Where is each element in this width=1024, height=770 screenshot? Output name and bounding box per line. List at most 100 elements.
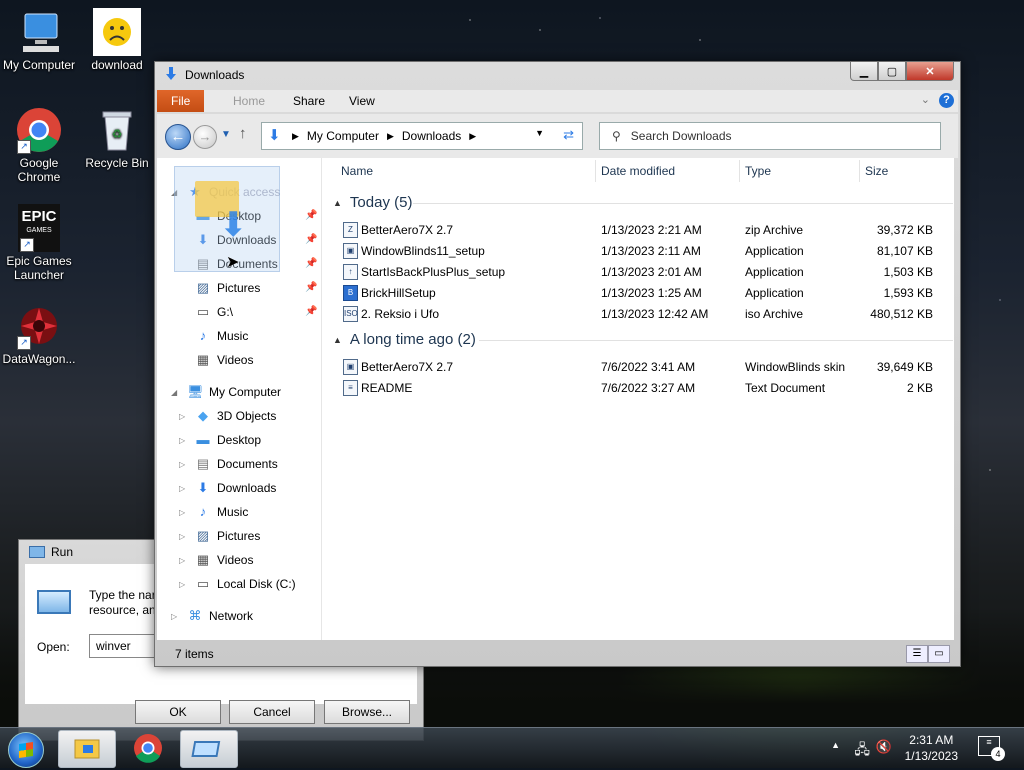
up-button[interactable]: ↑ <box>239 125 247 142</box>
taskbar-run[interactable] <box>180 730 238 768</box>
address-bar[interactable]: ⬇ ▶ My Computer ▶ Downloads ▶ ▼ ⇄ <box>261 122 583 150</box>
pin-icon: 📌 <box>305 258 318 269</box>
desktop-icon-recycle-bin[interactable]: ♻ Recycle Bin <box>78 106 156 170</box>
status-bar: 7 items ☰ ▭ <box>157 642 954 664</box>
maximize-button[interactable]: ▢ <box>878 62 906 81</box>
taskbar-file-explorer[interactable] <box>58 730 116 768</box>
application-icon: ▣ <box>343 243 358 259</box>
desktop-icon-my-computer[interactable]: My Computer <box>0 8 78 72</box>
nav-desktop[interactable]: ▷ ▬ Desktop <box>179 430 261 450</box>
clock[interactable]: 2:31 AM 1/13/2023 <box>905 732 958 764</box>
pin-icon: 📌 <box>305 306 318 317</box>
system-tray: ▲ 🖧 🔇 2:31 AM 1/13/2023 ≡ 4 <box>804 728 1024 768</box>
search-box[interactable]: ⚲ Search Downloads <box>599 122 941 150</box>
network-tray-icon[interactable]: 🖧 <box>854 739 870 763</box>
nav-downloads[interactable]: ▷ ⬇ Downloads <box>179 478 276 498</box>
group-header-today[interactable]: ▲ Today (5) <box>333 194 953 211</box>
file-row[interactable]: ISO 2. Reksio i Ufo 1/13/2023 12:42 AM i… <box>341 304 949 324</box>
chevron-right-icon: ▶ <box>469 130 477 141</box>
column-header-name[interactable]: Name <box>341 164 373 178</box>
desktop-icon-download[interactable]: download <box>78 8 156 72</box>
help-icon[interactable]: ? <box>939 93 954 108</box>
iso-file-icon: ISO <box>343 306 358 322</box>
close-button[interactable]: ✕ <box>906 62 954 81</box>
column-separator[interactable] <box>859 160 860 182</box>
file-row[interactable]: ▣ WindowBlinds11_setup 1/13/2023 2:11 AM… <box>341 241 949 261</box>
details-view-button[interactable]: ☰ <box>906 645 928 663</box>
desktop-icon-datawagon[interactable]: ↗ DataWagon... <box>0 302 78 366</box>
cancel-button[interactable]: Cancel <box>229 700 315 724</box>
pin-icon: 📌 <box>305 210 318 221</box>
ribbon-expand-icon[interactable]: ⌄ <box>921 93 930 106</box>
file-row[interactable]: Z BetterAero7X 2.7 1/13/2023 2:21 AM zip… <box>341 220 949 240</box>
run-large-icon <box>37 590 71 614</box>
desktop-icon: ▬ <box>196 432 210 447</box>
browse-button[interactable]: Browse... <box>324 700 410 724</box>
pictures-icon: ▨ <box>196 528 210 543</box>
desktop-icon-label: download <box>91 58 143 72</box>
back-button[interactable]: ← <box>165 124 191 150</box>
column-separator[interactable] <box>595 160 596 182</box>
vertical-scrollbar[interactable] <box>944 158 954 640</box>
chrome-icon <box>134 734 162 763</box>
nav-pictures[interactable]: ▷ ▨ Pictures <box>179 526 260 546</box>
run-icon <box>29 546 45 558</box>
search-icon: ⚲ <box>612 129 621 143</box>
column-header-type[interactable]: Type <box>745 164 771 178</box>
large-icons-view-button[interactable]: ▭ <box>928 645 950 663</box>
expand-icon: ▷ <box>179 483 186 493</box>
recent-locations-icon[interactable]: ▼ <box>221 129 231 140</box>
tab-file[interactable]: File <box>157 90 205 112</box>
breadcrumb-downloads[interactable]: Downloads <box>402 129 461 143</box>
action-center-icon[interactable]: ≡ 4 <box>978 736 1005 761</box>
nav-documents[interactable]: ▷ ▤ Documents <box>179 454 278 474</box>
nav-quick-videos[interactable]: ▦ Videos <box>195 350 254 370</box>
network-icon: ⌘ <box>188 608 202 623</box>
tab-share[interactable]: Share <box>279 90 339 112</box>
taskbar: ▲ 🖧 🔇 2:31 AM 1/13/2023 ≡ 4 <box>0 727 1024 768</box>
desktop-icon-epic-games[interactable]: EPIC GAMES ↗ Epic Games Launcher <box>0 204 78 282</box>
file-row[interactable]: ≡ README 7/6/2022 3:27 AM Text Document … <box>341 378 949 398</box>
file-list: Name Date modified Type Size ▲ Today (5)… <box>323 158 954 640</box>
address-dropdown-icon[interactable]: ▼ <box>535 128 544 138</box>
nav-network[interactable]: ▷ ⌘ Network <box>171 606 253 626</box>
chevron-right-icon: ▶ <box>386 130 394 141</box>
ok-button[interactable]: OK <box>135 700 221 724</box>
start-button[interactable] <box>8 732 44 768</box>
nav-3d-objects[interactable]: ▷ ◆ 3D Objects <box>179 406 276 426</box>
nav-local-disk[interactable]: ▷ ▭ Local Disk (C:) <box>179 574 296 594</box>
run-icon <box>191 741 221 757</box>
pictures-icon: ▨ <box>196 280 210 295</box>
run-message: Type the nar resource, an <box>89 588 156 617</box>
nav-music[interactable]: ▷ ♪ Music <box>179 502 248 522</box>
sad-face-icon <box>93 8 141 56</box>
desktop-icon-google-chrome[interactable]: ↗ Google Chrome <box>0 106 78 184</box>
taskbar-chrome[interactable] <box>120 730 176 766</box>
nav-videos[interactable]: ▷ ▦ Videos <box>179 550 253 570</box>
file-row[interactable]: B BrickHillSetup 1/13/2023 1:25 AM Appli… <box>341 283 949 303</box>
minimize-button[interactable]: ▁ <box>850 62 878 81</box>
windows-logo-icon <box>19 742 33 758</box>
group-header-long-ago[interactable]: ▲ A long time ago (2) <box>333 331 953 348</box>
desktop-icon-label: Google Chrome <box>17 156 61 184</box>
column-header-size[interactable]: Size <box>865 164 888 178</box>
column-header-date[interactable]: Date modified <box>601 164 675 178</box>
file-row[interactable]: ↑ StartIsBackPlusPlus_setup 1/13/2023 2:… <box>341 262 949 282</box>
forward-button[interactable]: → <box>193 125 217 149</box>
tab-home[interactable]: Home <box>219 90 279 112</box>
window-title: Downloads <box>185 68 245 82</box>
breadcrumb-my-computer[interactable]: My Computer <box>307 129 379 143</box>
nav-quick-music[interactable]: ♪ Music <box>195 326 249 346</box>
nav-quick-g-drive[interactable]: ▭ G:\ <box>195 302 233 322</box>
file-row[interactable]: ▣ BetterAero7X 2.7 7/6/2022 3:41 AM Wind… <box>341 357 949 377</box>
local-disk-icon: ▭ <box>196 576 210 591</box>
refresh-icon[interactable]: ⇄ <box>563 127 574 143</box>
tab-view[interactable]: View <box>335 90 389 112</box>
column-separator[interactable] <box>739 160 740 182</box>
nav-my-computer[interactable]: ◢ 🖥 My Computer <box>171 382 281 402</box>
nav-quick-pictures[interactable]: ▨ Pictures <box>195 278 261 298</box>
volume-muted-icon[interactable]: 🔇 <box>876 739 892 755</box>
show-hidden-icons-icon[interactable]: ▲ <box>831 740 840 750</box>
item-count: 7 items <box>175 647 214 661</box>
title-bar[interactable]: Downloads ▁ ▢ ✕ <box>155 62 960 86</box>
